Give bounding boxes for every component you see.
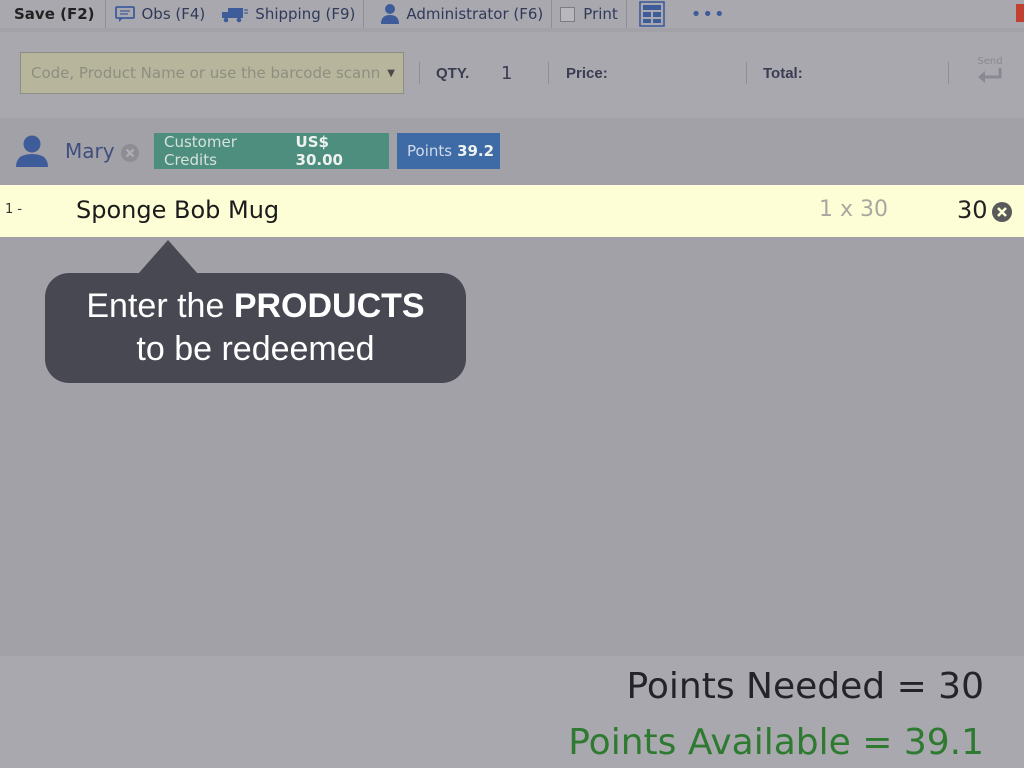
qty-label: QTY. [436,65,470,82]
callout-emphasis: PRODUCTS [233,287,425,325]
obs-label: Obs (F4) [141,5,206,23]
qty-input[interactable]: 1 [501,63,512,84]
print-label: Print [583,5,618,23]
credits-value: US$ 30.00 [295,133,343,169]
points-label: Points [407,142,453,160]
customer-avatar-icon [16,135,48,167]
shipping-label: Shipping (F9) [255,5,356,23]
layout-button[interactable] [627,0,683,28]
item-qty-price: 1 x 30 [819,197,888,222]
entry-divider [419,62,420,84]
entry-divider [948,62,949,84]
more-icon: ••• [690,3,726,25]
item-total: 30 [957,196,988,224]
dropdown-caret-icon[interactable]: ▼ [387,68,395,79]
credits-label: Customer Credits [164,133,237,169]
item-name: Sponge Bob Mug [76,196,280,224]
entry-divider [746,62,747,84]
callout-text: Enter the [86,287,225,325]
points-needed: Points Needed = 30 [626,666,984,707]
total-label: Total: [763,65,803,82]
customer-credits-badge: Customer Credits US$ 30.00 [154,133,389,169]
points-summary-panel: Points Needed = 30 Points Available = 39… [0,656,1024,768]
callout-line-1: Enter the PRODUCTS [45,285,466,328]
layout-grid-icon [638,1,665,27]
remove-customer-icon[interactable] [120,143,140,163]
tutorial-callout: Enter the PRODUCTS to be redeemed [45,273,466,383]
callout-pointer [138,240,198,274]
print-toggle[interactable]: Print [552,0,626,28]
customer-bar: Mary Customer Credits US$ 30.00 Points 3… [0,118,1024,184]
table-row[interactable]: 1 - Sponge Bob Mug 1 x 30 30 [0,185,1024,237]
points-available: Points Available = 39.1 [568,722,984,763]
callout-line-2: to be redeemed [136,330,375,368]
product-entry-bar: ▼ QTY. 1 Price: Total: Send [0,32,1024,118]
administrator-label: Administrator (F6) [406,5,544,23]
product-search-box[interactable]: ▼ [20,52,404,94]
truck-icon [222,8,249,23]
entry-divider [548,62,549,84]
print-checkbox[interactable] [560,6,576,22]
administrator-button[interactable]: Administrator (F6) [364,0,551,28]
shipping-button[interactable]: Shipping (F9) [213,0,363,28]
send-label: Send [977,56,1003,67]
enter-arrow-icon [978,68,1002,83]
user-icon [381,4,400,24]
customer-name[interactable]: Mary [65,139,115,163]
item-index: 1 - [5,202,23,217]
close-icon[interactable] [1016,4,1024,22]
points-value: 39.2 [457,142,495,160]
save-button[interactable]: Save (F2) [0,0,105,28]
toolbar: Save (F2) Obs (F4) Shipping (F9) Adminis… [0,0,1024,28]
more-options-button[interactable]: ••• [683,0,734,28]
points-badge: Points 39.2 [397,133,500,169]
comment-icon [114,6,135,22]
remove-item-icon[interactable] [991,201,1013,223]
obs-button[interactable]: Obs (F4) [106,0,214,28]
send-button[interactable]: Send [975,56,1005,87]
price-label: Price: [566,65,608,82]
product-search-input[interactable] [29,63,383,83]
